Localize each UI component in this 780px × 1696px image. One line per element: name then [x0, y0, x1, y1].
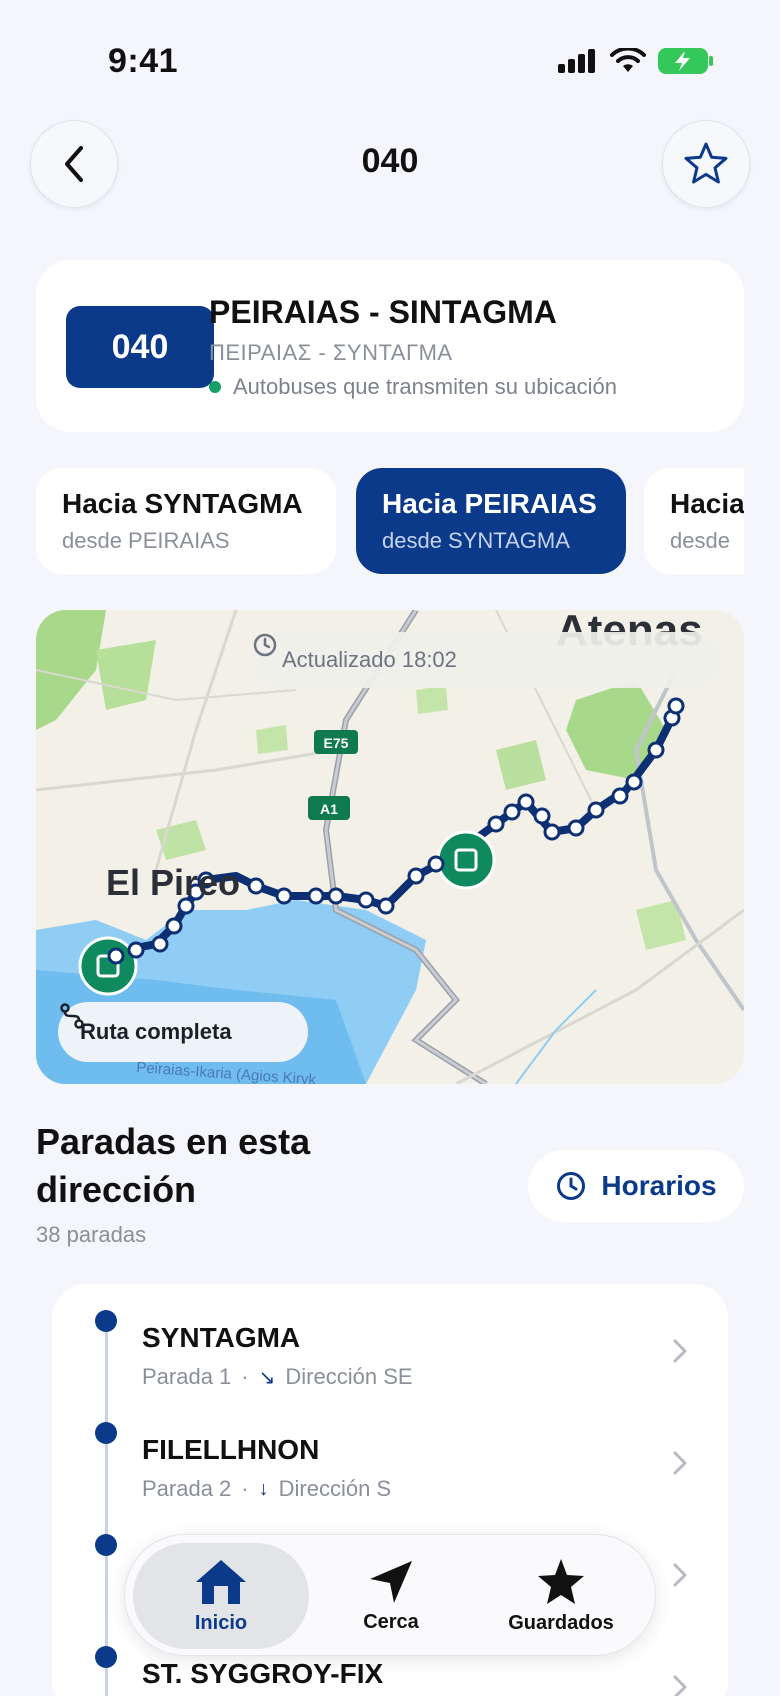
stop-dot — [95, 1646, 117, 1668]
stops-section-title: Paradas en esta dirección — [36, 1121, 311, 1210]
clock-icon — [253, 633, 277, 657]
live-status: Autobuses que transmiten su ubicación — [209, 374, 617, 400]
stop-meta: Parada 2 · ↓ Dirección S — [142, 1476, 391, 1502]
chevron-right-icon — [673, 1339, 687, 1363]
map-updated-pill: Actualizado 18:02 — [252, 632, 722, 688]
star-filled-icon — [538, 1558, 584, 1604]
tab-saved-label: Guardados — [508, 1611, 614, 1634]
route-greek-name: ΠΕΙΡΑΙΑΣ - ΣΥΝΤΑΓΜΑ — [209, 340, 453, 365]
direction-title: Hacia SYNTAGMA — [62, 488, 303, 519]
stop-direction: Dirección SE — [285, 1364, 413, 1389]
route-icon — [60, 1003, 84, 1029]
direction-chip-third[interactable]: Hacia desde — [644, 468, 744, 574]
home-icon — [196, 1559, 246, 1604]
route-card: 040 PEIRAIAS - SINTAGMA ΠΕΙΡΑΙΑΣ - ΣΥΝΤΑ… — [36, 260, 744, 432]
direction-arrow-icon: ↓ — [258, 1477, 269, 1500]
direction-subtitle: desde SYNTAGMA — [382, 528, 570, 553]
chevron-right-icon — [673, 1675, 687, 1696]
status-bar: 9:41 — [0, 0, 780, 120]
stops-count: 38 paradas — [36, 1222, 147, 1247]
wifi-icon — [610, 48, 646, 72]
tab-nearby[interactable]: Cerca — [303, 1543, 479, 1649]
tab-nearby-label: Cerca — [363, 1610, 419, 1633]
tab-home-label: Inicio — [194, 1611, 248, 1634]
location-arrow-icon — [370, 1560, 412, 1603]
clock-icon — [557, 1172, 586, 1200]
stop-dot — [95, 1422, 117, 1444]
chevron-right-icon — [673, 1451, 687, 1475]
direction-chip-syntagma[interactable]: Hacia SYNTAGMA desde PEIRAIAS — [36, 468, 336, 574]
stop-number: Parada 1 — [142, 1364, 232, 1389]
status-icons — [558, 48, 714, 74]
road-label-e75: E75 — [324, 735, 349, 751]
schedule-button[interactable]: Horarios — [528, 1150, 744, 1222]
direction-selector: Hacia SYNTAGMA desde PEIRAIAS Hacia PEIR… — [36, 468, 744, 574]
stop-separator: · — [241, 1476, 249, 1501]
road-label-a1: A1 — [320, 801, 338, 817]
stop-name: ST. SYGGROY-FIX — [142, 1658, 384, 1689]
direction-title: Hacia PEIRAIAS — [382, 488, 597, 519]
tab-bar: Inicio Cerca Guardados — [124, 1534, 656, 1656]
live-dot-icon — [209, 381, 221, 393]
battery-charging-icon — [658, 48, 713, 74]
favorite-button[interactable] — [662, 120, 750, 208]
schedule-button-label: Horarios — [601, 1170, 717, 1201]
stop-name: FILELLHNON — [142, 1434, 320, 1465]
route-map[interactable]: E75 A1 Peiraias-Ikaria (Agios Kiryk Aten… — [36, 610, 744, 1084]
star-outline-icon — [684, 142, 728, 184]
stop-dot — [95, 1534, 117, 1556]
direction-title: Hacia — [670, 488, 744, 519]
chevron-right-icon — [673, 1563, 687, 1587]
direction-subtitle: desde — [670, 528, 730, 553]
stop-separator: · — [241, 1364, 249, 1389]
stop-name: SYNTAGMA — [142, 1322, 301, 1353]
full-route-button[interactable]: Ruta completa — [58, 1002, 308, 1062]
live-status-text: Autobuses que transmiten su ubicación — [233, 374, 618, 399]
stop-meta: Parada 1 · ↘ Dirección SE — [142, 1364, 413, 1390]
signal-icon — [558, 49, 595, 73]
route-name: PEIRAIAS - SINTAGMA — [209, 294, 557, 330]
stop-row[interactable]: SYNTAGMA Parada 1 · ↘ Dirección SE — [52, 1284, 728, 1396]
direction-subtitle: desde PEIRAIAS — [62, 528, 230, 553]
stop-row[interactable]: FILELLHNON Parada 2 · ↓ Dirección S — [52, 1396, 728, 1508]
direction-arrow-icon: ↘ — [258, 1366, 276, 1389]
stop-direction: Dirección S — [278, 1476, 392, 1501]
direction-chip-peiraias[interactable]: Hacia PEIRAIAS desde SYNTAGMA — [356, 468, 626, 574]
map-updated-text: Actualizado 18:02 — [282, 647, 457, 672]
map-city-label: El Pireo — [106, 862, 241, 903]
tab-home[interactable]: Inicio — [133, 1543, 309, 1649]
stop-dot — [95, 1310, 117, 1332]
route-number-badge: 040 — [66, 306, 214, 388]
status-time: 9:41 — [108, 42, 179, 80]
tab-saved[interactable]: Guardados — [473, 1543, 649, 1649]
stop-number: Parada 2 — [142, 1476, 232, 1501]
full-route-label: Ruta completa — [80, 1019, 232, 1044]
